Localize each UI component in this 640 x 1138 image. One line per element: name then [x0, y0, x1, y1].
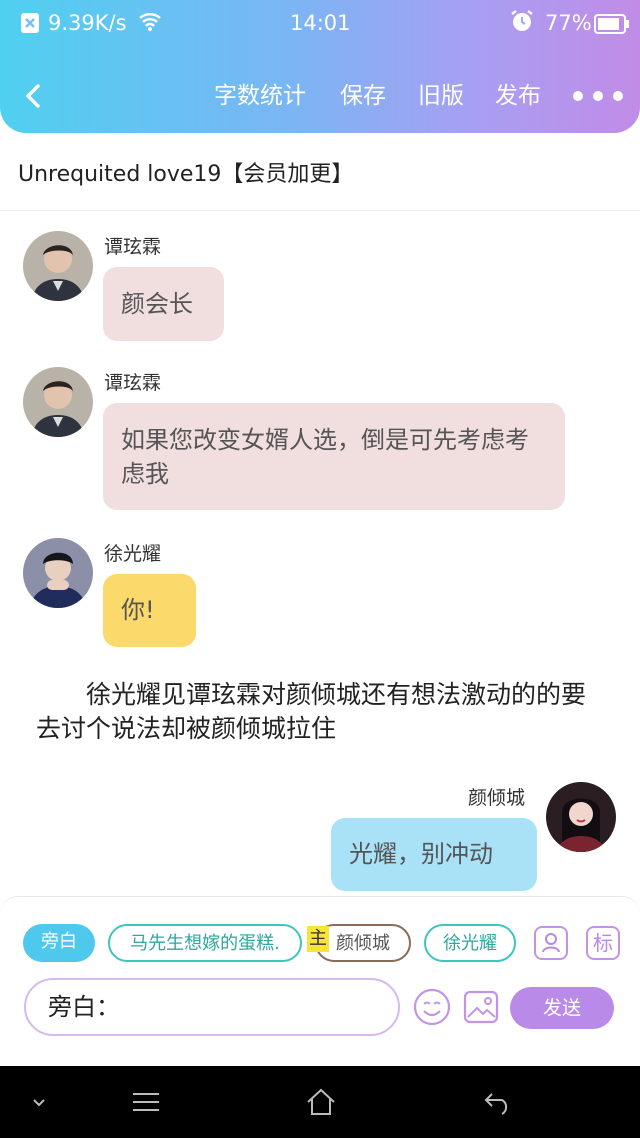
divider [0, 210, 640, 211]
avatar[interactable] [23, 538, 93, 608]
tag-button[interactable]: 标 [586, 926, 620, 960]
network-speed: 9.39K/s [48, 11, 127, 35]
message-bubble[interactable]: 你! [103, 574, 196, 647]
send-button[interactable]: 发送 [510, 987, 614, 1029]
clock-time: 14:01 [290, 11, 351, 35]
word-count-button[interactable]: 字数统计 [214, 78, 306, 114]
home-icon [307, 1088, 335, 1115]
home-button[interactable] [305, 1084, 337, 1120]
character-chip[interactable]: 徐光耀 [424, 924, 516, 962]
avatar[interactable] [546, 782, 616, 852]
character-manage-button[interactable] [534, 926, 568, 960]
sender-name: 徐光耀 [104, 543, 162, 565]
message-bubble[interactable]: 光耀，别冲动 [331, 818, 537, 891]
narrator-chip[interactable]: 旁白 [23, 924, 95, 962]
narration-text[interactable]: 徐光耀见谭玹霖对颜倾城还有想法激动的的要去讨个说法却被颜倾城拉住 [36, 678, 608, 746]
character-chip[interactable]: 颜倾城 [315, 924, 411, 962]
sender-name: 颜倾城 [468, 787, 526, 809]
lead-badge: 主 [307, 926, 329, 952]
chevron-down-icon [33, 1099, 45, 1107]
hide-keyboard-button[interactable] [28, 1084, 50, 1120]
more-button[interactable] [572, 78, 624, 114]
emoji-icon [413, 988, 451, 1026]
avatar[interactable] [23, 231, 93, 301]
message-bubble[interactable]: 如果您改变女婿人选，倒是可先考虑考虑我 [103, 403, 565, 510]
menu-button[interactable] [130, 1084, 162, 1120]
sender-name: 谭玹霖 [104, 236, 162, 258]
sender-name: 谭玹霖 [104, 372, 162, 394]
alarm-icon [509, 8, 535, 38]
chevron-left-icon [25, 84, 40, 108]
back-button[interactable] [22, 78, 44, 114]
back-system-button[interactable] [482, 1084, 514, 1120]
publish-button[interactable]: 发布 [495, 78, 541, 114]
message-input[interactable]: 旁白： [24, 978, 400, 1036]
image-icon [463, 990, 499, 1024]
battery-icon [594, 12, 630, 42]
notification-icon [20, 8, 40, 38]
avatar[interactable] [23, 367, 93, 437]
save-button[interactable]: 保存 [340, 78, 386, 114]
app-header: 9.39K/s 14:01 77% 字数统计 保存 旧版 发布 [0, 0, 640, 133]
character-chip[interactable]: 马先生想嫁的蛋糕. [108, 924, 302, 962]
chapter-title: Unrequited love19【会员加更】 [18, 162, 354, 187]
message-bubble[interactable]: 颜会长 [103, 267, 224, 341]
menu-icon [133, 1093, 159, 1111]
old-version-button[interactable]: 旧版 [418, 78, 464, 114]
more-dots-icon [573, 91, 623, 101]
system-nav-bar [0, 1066, 640, 1138]
battery-percent: 77% [545, 11, 592, 35]
character-icon [542, 933, 560, 953]
wifi-icon [138, 10, 162, 40]
image-button[interactable] [463, 990, 499, 1024]
emoji-button[interactable] [413, 988, 451, 1026]
return-icon [484, 1093, 508, 1115]
